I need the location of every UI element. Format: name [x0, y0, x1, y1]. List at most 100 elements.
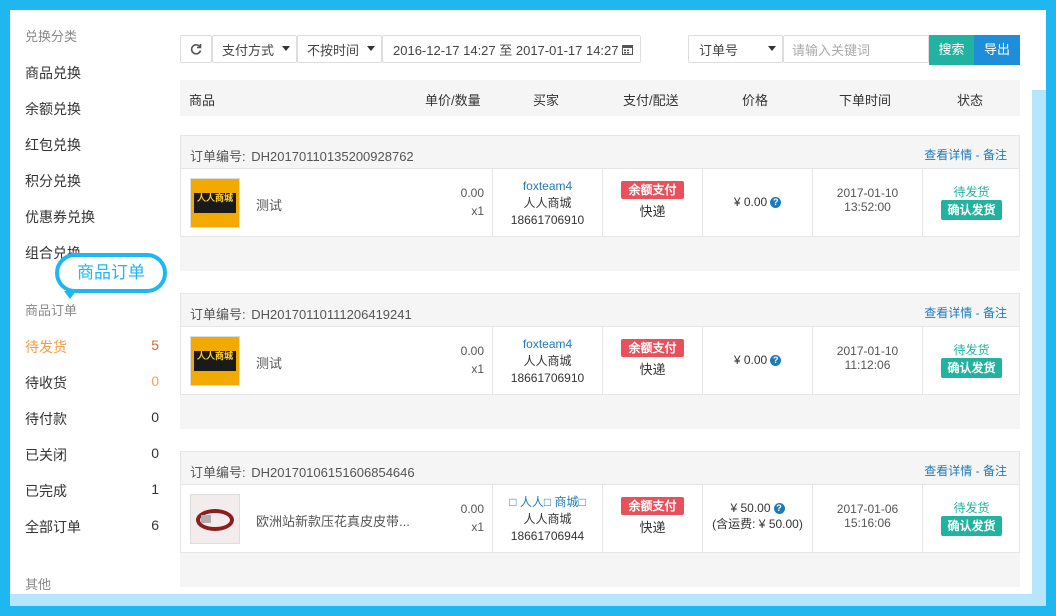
order-number: 订单编号: DH20170110111206419241 — [190, 304, 412, 323]
payment-method-value: 支付方式 — [222, 42, 275, 58]
payment-badge: 余额支付 — [621, 339, 684, 357]
buyer-nickname[interactable]: foxteam4 — [493, 336, 602, 353]
order-gap — [180, 395, 1020, 429]
price-cell: ¥ 50.00? (含运费: ¥ 50.00) — [702, 485, 812, 552]
order-number-value: DH20170110135200928762 — [251, 149, 414, 164]
time-filter-select[interactable]: 不按时间 — [297, 35, 382, 63]
sidebar-item-closed[interactable]: 已关闭 0 — [25, 445, 159, 465]
callout-bubble: 商品订单 — [55, 253, 167, 293]
confirm-ship-button[interactable]: 确认发货 — [941, 200, 1002, 220]
product-name[interactable]: 测试 — [256, 195, 282, 214]
order-block: 订单编号: DH20170110111206419241 查看详情 - 备注 人… — [180, 293, 1020, 429]
shipping-method: 快递 — [639, 362, 666, 377]
buyer-shop: 人人商城 — [523, 196, 572, 210]
payment-method-select[interactable]: 支付方式 — [212, 35, 297, 63]
sidebar-item-count: 0 — [151, 409, 159, 425]
product-thumbnail[interactable]: 人人商城 — [190, 336, 240, 386]
confirm-ship-button[interactable]: 确认发货 — [941, 358, 1002, 378]
unit-price: 0.00 — [460, 502, 484, 516]
order-price: ¥ 0.00 — [733, 353, 768, 367]
confirm-ship-button[interactable]: 确认发货 — [941, 516, 1002, 536]
sidebar-item-to-ship[interactable]: 待发货 5 — [25, 337, 159, 357]
order-number-value: DH20170110111206419241 — [251, 307, 412, 322]
sidebar-item-points-exchange[interactable]: 积分兑换 — [25, 171, 159, 191]
question-icon[interactable]: ? — [773, 503, 785, 515]
sidebar-section-orders: 商品订单 — [25, 303, 78, 318]
sidebar-item-to-pay[interactable]: 待付款 0 — [25, 409, 159, 429]
quantity: x1 — [471, 520, 484, 534]
view-detail-link[interactable]: 查看详情 — [924, 148, 972, 162]
buyer-nickname[interactable]: foxteam4 — [493, 178, 602, 195]
sidebar-item-goods-exchange[interactable]: 商品兑换 — [25, 63, 159, 83]
export-button[interactable]: 导出 — [974, 35, 1020, 65]
sidebar-item-balance-exchange[interactable]: 余额兑换 — [25, 99, 159, 119]
sidebar-item-label: 待收货 — [25, 375, 67, 391]
price-cell: ¥ 0.00? — [702, 169, 812, 236]
sidebar-item-all-orders[interactable]: 全部订单 6 — [25, 517, 159, 537]
frame-bottom-edge — [10, 594, 1046, 606]
column-header-order-time: 下单时间 — [839, 93, 892, 108]
product-thumbnail[interactable] — [190, 494, 240, 544]
date-range-input[interactable]: 2016-12-17 14:27 至 2017-01-17 14:27 — [382, 35, 641, 63]
note-link[interactable]: 备注 — [983, 464, 1007, 478]
column-header-product: 商品 — [189, 93, 216, 108]
column-header-buyer: 买家 — [533, 93, 560, 108]
sidebar-item-redpacket-exchange[interactable]: 红包兑换 — [25, 135, 159, 155]
order-number: 订单编号: DH20170106151606854646 — [190, 462, 415, 481]
order-number-label: 订单编号: — [190, 149, 246, 164]
search-input[interactable]: 请输入关键词 — [783, 35, 929, 63]
question-icon[interactable]: ? — [770, 197, 782, 209]
thumbnail-text: 人人商城 — [197, 193, 234, 203]
payment-badge: 余额支付 — [621, 497, 684, 515]
refresh-button[interactable] — [180, 35, 212, 63]
search-field-value: 订单号 — [699, 42, 739, 58]
view-detail-link[interactable]: 查看详情 — [924, 306, 972, 320]
table-header: 商品 单价/数量 买家 支付/配送 价格 下单时间 状态 — [180, 80, 1020, 116]
search-field-select[interactable]: 订单号 — [688, 35, 783, 63]
unit-price: 0.00 — [460, 186, 484, 200]
table-row: 欧洲站新款压花真皮皮带... 0.00 x1 □ 人人□ 商城□ 人人商城 18… — [180, 485, 1020, 553]
sidebar-item-label: 待付款 — [25, 411, 67, 427]
buyer-phone: 18661706944 — [510, 529, 585, 543]
main-frame: 兑换分类 商品兑换 余额兑换 红包兑换 积分兑换 优惠券兑换 组合兑换 商品订单… — [10, 10, 1046, 606]
price-cell: ¥ 0.00? — [702, 327, 812, 394]
pay-ship-cell: 余额支付 快递 — [602, 327, 702, 394]
view-detail-link[interactable]: 查看详情 — [924, 464, 972, 478]
scrollbar-track[interactable] — [1032, 90, 1046, 606]
sidebar-item-to-receive[interactable]: 待收货 0 — [25, 373, 159, 393]
link-separator: - — [975, 148, 980, 162]
buyer-nickname[interactable]: □ 人人□ 商城□ — [493, 494, 602, 511]
date-range-value: 2016-12-17 14:27 至 2017-01-17 14:27 — [393, 42, 619, 58]
order-date: 2017-01-10 — [836, 344, 899, 358]
sidebar-item-label: 待发货 — [25, 339, 67, 355]
order-header: 订单编号: DH20170110135200928762 查看详情 - 备注 — [180, 135, 1020, 169]
status-badge: 待发货 — [953, 501, 990, 515]
sidebar-item-coupon-exchange[interactable]: 优惠券兑换 — [25, 207, 159, 227]
order-price: ¥ 0.00 — [733, 195, 768, 209]
search-button[interactable]: 搜索 — [929, 35, 974, 65]
sidebar-item-completed[interactable]: 已完成 1 — [25, 481, 159, 501]
sidebar-item-count: 1 — [151, 481, 159, 497]
product-cell: 欧洲站新款压花真皮皮带... 0.00 x1 — [181, 485, 492, 552]
product-name[interactable]: 测试 — [256, 353, 282, 372]
shipping-method: 快递 — [639, 204, 666, 219]
product-cell: 人人商城 测试 0.00 x1 — [181, 169, 492, 236]
buyer-shop: 人人商城 — [523, 354, 572, 368]
status-badge: 待发货 — [953, 185, 990, 199]
buyer-cell: foxteam4 人人商城 18661706910 — [492, 327, 602, 394]
question-icon[interactable]: ? — [770, 355, 782, 367]
note-link[interactable]: 备注 — [983, 306, 1007, 320]
pay-ship-cell: 余额支付 快递 — [602, 169, 702, 236]
order-links: 查看详情 - 备注 — [924, 304, 1007, 321]
status-cell: 待发货 确认发货 — [922, 485, 1020, 552]
order-number-label: 订单编号: — [190, 465, 246, 480]
note-link[interactable]: 备注 — [983, 148, 1007, 162]
buyer-phone: 18661706910 — [510, 213, 585, 227]
order-gap — [180, 237, 1020, 271]
chevron-down-icon — [367, 46, 375, 51]
order-number: 订单编号: DH20170110135200928762 — [190, 146, 414, 165]
order-date: 2017-01-06 — [836, 502, 899, 516]
product-thumbnail[interactable]: 人人商城 — [190, 178, 240, 228]
table-row: 人人商城 测试 0.00 x1 foxteam4 人人商城 1866170691… — [180, 169, 1020, 237]
chevron-down-icon — [282, 46, 290, 51]
